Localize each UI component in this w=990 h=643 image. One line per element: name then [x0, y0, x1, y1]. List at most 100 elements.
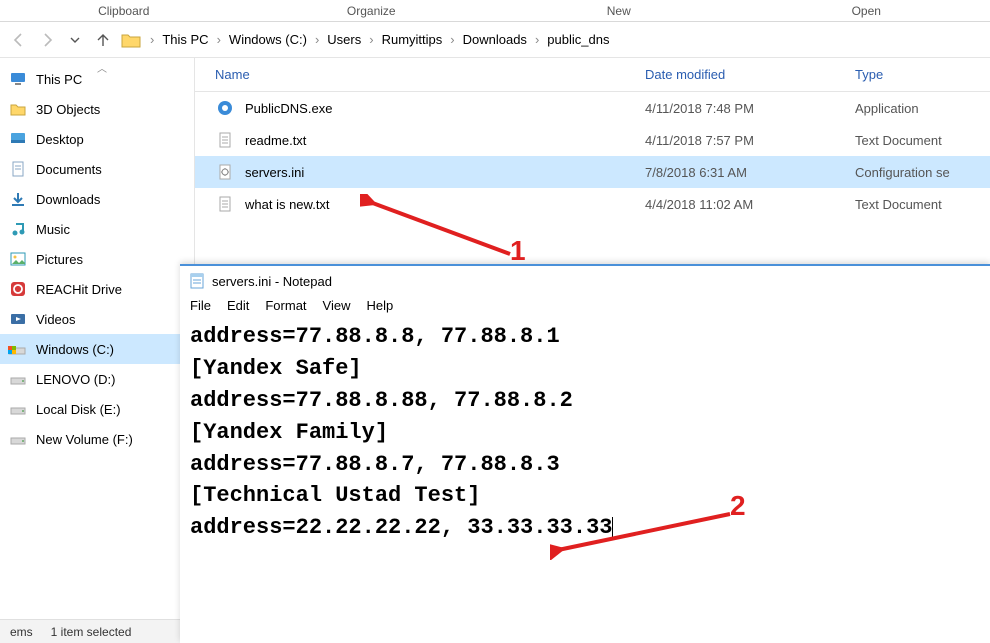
chevron-down-icon — [70, 35, 80, 45]
menu-format[interactable]: Format — [265, 298, 306, 313]
file-type: Configuration se — [855, 165, 990, 180]
downloads-icon — [8, 189, 28, 209]
file-name: servers.ini — [245, 165, 645, 180]
column-headers: Name Date modified Type — [195, 58, 990, 92]
menu-view[interactable]: View — [323, 298, 351, 313]
sidebar-item-label: LENOVO (D:) — [36, 372, 115, 387]
annotation-1: 1 — [510, 235, 526, 267]
sidebar-item-label: New Volume (F:) — [36, 432, 133, 447]
ribbon-group-new: New — [495, 0, 743, 21]
arrow-up-icon — [95, 32, 111, 48]
column-date[interactable]: Date modified — [645, 67, 855, 82]
sidebar-item-label: Music — [36, 222, 70, 237]
chevron-right-icon: › — [448, 32, 456, 47]
monitor-icon — [8, 69, 28, 89]
file-row[interactable]: PublicDNS.exe4/11/2018 7:48 PMApplicatio… — [195, 92, 990, 124]
file-date: 4/11/2018 7:48 PM — [645, 101, 855, 116]
recent-dropdown[interactable] — [64, 29, 86, 51]
file-row[interactable]: servers.ini7/8/2018 6:31 AMConfiguration… — [195, 156, 990, 188]
folder-icon — [121, 31, 141, 49]
column-type[interactable]: Type — [855, 67, 990, 82]
desktop-icon — [8, 129, 28, 149]
sidebar-item-label: Videos — [36, 312, 76, 327]
file-type: Text Document — [855, 133, 990, 148]
status-bar: ems 1 item selected — [0, 619, 180, 643]
drive-icon — [8, 369, 28, 389]
file-name: what is new.txt — [245, 197, 645, 212]
sidebar-item-new-volume-f-[interactable]: New Volume (F:) — [0, 424, 194, 454]
sidebar-item-label: 3D Objects — [36, 102, 100, 117]
drive-win-icon — [8, 339, 28, 359]
pictures-icon — [8, 249, 28, 269]
music-icon — [8, 219, 28, 239]
videos-icon — [8, 309, 28, 329]
crumb-windows-c[interactable]: Windows (C:) — [223, 32, 313, 47]
sidebar-item-3d-objects[interactable]: 3D Objects — [0, 94, 194, 124]
menu-edit[interactable]: Edit — [227, 298, 249, 313]
sidebar-item-label: Downloads — [36, 192, 100, 207]
crumb-rumyittips[interactable]: Rumyittips — [376, 32, 449, 47]
notepad-title: servers.ini - Notepad — [212, 274, 332, 289]
status-items: ems — [10, 625, 33, 639]
folder-yellow-icon — [8, 99, 28, 119]
file-date: 7/8/2018 6:31 AM — [645, 165, 855, 180]
sidebar-item-desktop[interactable]: Desktop — [0, 124, 194, 154]
up-button[interactable] — [92, 29, 114, 51]
drive-icon — [8, 429, 28, 449]
ribbon-group-clipboard: Clipboard — [0, 0, 248, 21]
file-row[interactable]: readme.txt4/11/2018 7:57 PMText Document — [195, 124, 990, 156]
crumb-users[interactable]: Users — [321, 32, 367, 47]
notepad-menu: File Edit Format View Help — [180, 296, 990, 319]
file-name: PublicDNS.exe — [245, 101, 645, 116]
txt-icon — [215, 130, 235, 150]
sidebar-item-pictures[interactable]: Pictures — [0, 244, 194, 274]
menu-file[interactable]: File — [190, 298, 211, 313]
sidebar-item-label: Local Disk (E:) — [36, 402, 121, 417]
sidebar-item-label: Documents — [36, 162, 102, 177]
sidebar-scroll-up-icon[interactable]: ︿ — [97, 60, 107, 75]
sidebar-item-label: REACHit Drive — [36, 282, 122, 297]
forward-button[interactable] — [36, 29, 58, 51]
notepad-window: servers.ini - Notepad File Edit Format V… — [180, 264, 990, 643]
column-name[interactable]: Name — [215, 67, 645, 82]
arrow-right-icon — [39, 32, 55, 48]
file-date: 4/4/2018 11:02 AM — [645, 197, 855, 212]
notepad-titlebar[interactable]: servers.ini - Notepad — [180, 266, 990, 296]
sidebar-item-label: Windows (C:) — [36, 342, 114, 357]
file-type: Application — [855, 101, 990, 116]
notepad-icon — [188, 272, 206, 290]
file-type: Text Document — [855, 197, 990, 212]
navigation-pane: ︿ This PC3D ObjectsDesktopDocumentsDownl… — [0, 58, 195, 618]
crumb-public-dns[interactable]: public_dns — [541, 32, 615, 47]
menu-help[interactable]: Help — [366, 298, 393, 313]
sidebar-item-music[interactable]: Music — [0, 214, 194, 244]
sidebar-item-reachit-drive[interactable]: REACHit Drive — [0, 274, 194, 304]
exe-icon — [215, 98, 235, 118]
sidebar-item-local-disk-e-[interactable]: Local Disk (E:) — [0, 394, 194, 424]
status-selected: 1 item selected — [51, 625, 132, 639]
sidebar-item-documents[interactable]: Documents — [0, 154, 194, 184]
sidebar-item-lenovo-d-[interactable]: LENOVO (D:) — [0, 364, 194, 394]
chevron-right-icon: › — [367, 32, 375, 47]
sidebar-item-label: Pictures — [36, 252, 83, 267]
ini-icon — [215, 162, 235, 182]
sidebar-item-windows-c-[interactable]: Windows (C:) — [0, 334, 194, 364]
crumb-downloads[interactable]: Downloads — [457, 32, 533, 47]
notepad-body[interactable]: address=77.88.8.8, 77.88.8.1 [Yandex Saf… — [180, 319, 990, 546]
annotation-2: 2 — [730, 490, 746, 522]
breadcrumb[interactable]: › This PC › Windows (C:) › Users › Rumyi… — [148, 27, 982, 53]
txt-icon — [215, 194, 235, 214]
folder-root-icon[interactable] — [120, 29, 142, 51]
file-date: 4/11/2018 7:57 PM — [645, 133, 855, 148]
ribbon: Clipboard Organize New Open — [0, 0, 990, 22]
sidebar-item-videos[interactable]: Videos — [0, 304, 194, 334]
file-row[interactable]: what is new.txt4/4/2018 11:02 AMText Doc… — [195, 188, 990, 220]
drive-icon — [8, 399, 28, 419]
address-bar-row: › This PC › Windows (C:) › Users › Rumyi… — [0, 22, 990, 58]
back-button[interactable] — [8, 29, 30, 51]
arrow-left-icon — [11, 32, 27, 48]
crumb-this-pc[interactable]: This PC — [156, 32, 214, 47]
file-name: readme.txt — [245, 133, 645, 148]
sidebar-item-downloads[interactable]: Downloads — [0, 184, 194, 214]
sidebar-item-label: Desktop — [36, 132, 84, 147]
